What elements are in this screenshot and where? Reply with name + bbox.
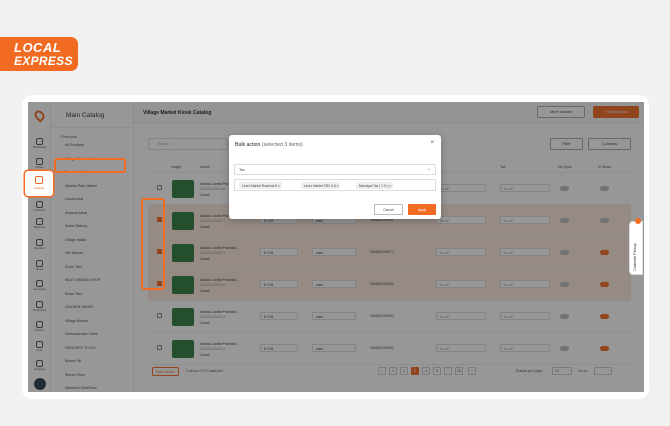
nav-catalog-label: Catalog <box>33 186 45 190</box>
logo-line2: EXPRESS <box>14 54 73 68</box>
catalog-icon <box>35 176 43 184</box>
tax-tag[interactable]: Municipal Tax ( 1 % ) × <box>356 182 394 189</box>
local-express-logo: LOCAL EXPRESS <box>0 37 78 71</box>
modal-title-text: Bulk action <box>235 142 261 148</box>
modal-title: Bulk action (selected 3 items) <box>235 142 303 148</box>
highlight-village-market-kiosk <box>54 158 126 173</box>
close-icon[interactable]: × <box>430 140 434 146</box>
tax-tag-label: Municipal Tax ( 1 % ) <box>359 183 389 188</box>
modal-selected-count: (selected 3 items) <box>261 142 303 148</box>
bulk-field-select[interactable]: Tax ⌄ <box>234 164 436 175</box>
tax-tag[interactable]: Lina's Market CRV 0.6 × <box>301 182 341 189</box>
apply-button[interactable]: Apply <box>408 204 436 215</box>
notification-badge <box>635 218 641 224</box>
bulk-action-modal: Bulk action (selected 3 items) × Tax ⌄ Li… <box>229 135 441 219</box>
curbside-pickup-tab[interactable]: Curbside Pickup <box>629 218 643 275</box>
logo-line1: LOCAL <box>14 40 62 55</box>
tax-tag-label: Lina's Market CRV 0.6 <box>304 183 336 188</box>
tax-tags-select[interactable]: Lina's Market Road tax 8 × Lina's Market… <box>234 179 436 191</box>
chevron-down-icon: ⌄ <box>426 166 431 172</box>
bulk-field-value: Tax <box>239 168 245 172</box>
curbside-label: Curbside Pickup <box>633 243 637 271</box>
cancel-button[interactable]: Cancel <box>374 204 403 215</box>
tax-tag-label: Lina's Market Road tax 8 <box>242 183 278 188</box>
nav-catalog-highlight[interactable]: Catalog <box>25 171 53 196</box>
highlight-selected-checkboxes <box>141 198 165 290</box>
tax-tag[interactable]: Lina's Market Road tax 8 × <box>239 182 282 189</box>
